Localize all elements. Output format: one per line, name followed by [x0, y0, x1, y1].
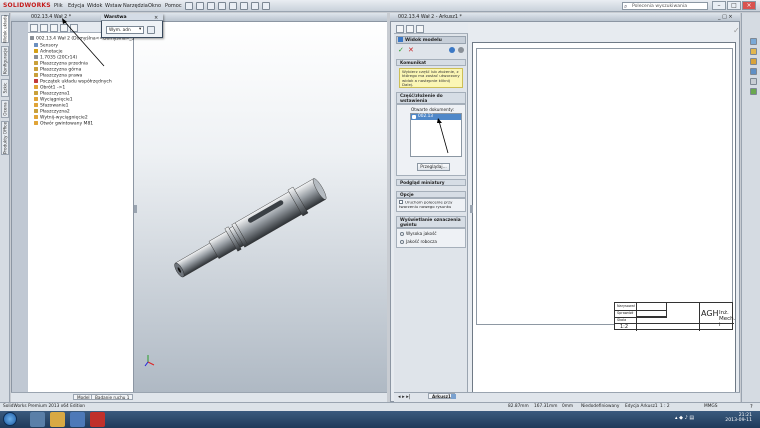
agh-logo: AGH [701, 309, 719, 318]
drawing-window-controls[interactable]: _ □ × [718, 14, 733, 20]
view-palette-icon[interactable] [750, 68, 757, 75]
next-icon[interactable] [458, 47, 464, 53]
dept-label: Inż. Mech. i [719, 310, 736, 328]
status-bar: SolidWorks Premium 2013 x64 Edition 82.8… [0, 402, 760, 411]
status-units[interactable]: MMGS [704, 403, 717, 411]
drawing-window-title-bar[interactable]: 002.13.4 Wał 2 - Arkusz1 * [390, 13, 740, 22]
search-icon: ⌕ [624, 3, 628, 10]
status-z: 0mm [562, 404, 574, 409]
taskbar-app-2-icon[interactable] [50, 412, 65, 427]
start-button-icon[interactable] [3, 412, 17, 426]
taskbar-app-1-icon[interactable] [30, 412, 45, 427]
pm-tab-2[interactable] [406, 25, 414, 33]
appearances-icon[interactable] [750, 78, 757, 85]
drawing-window-title: 002.13.4 Wał 2 - Arkusz1 * [398, 15, 462, 20]
pm-title: Widok modelu [396, 36, 466, 44]
drawn-by-label: Narysował [617, 304, 635, 308]
message-box: Wybierz część lub złożenie, z którego ma… [399, 68, 463, 88]
search-placeholder: Polecenia wyszukiwania [632, 4, 688, 9]
search-input[interactable]: ⌕ Polecenia wyszukiwania [622, 2, 708, 10]
annotation-arrow-right [437, 118, 449, 154]
axis-triad-icon [144, 355, 155, 367]
message-group-header[interactable]: Komunikat [396, 59, 466, 66]
options-group-header[interactable]: Opcje [396, 191, 466, 198]
taskbar-solidworks-icon[interactable] [90, 412, 105, 427]
tray-icons[interactable]: ▴ ◆ ♪ ▤ [675, 415, 694, 421]
taskbar [0, 411, 760, 428]
sheet-border [476, 48, 733, 325]
scale-value: 1:2 [620, 324, 629, 330]
status-y: 167.31mm [534, 404, 558, 409]
maximize-button[interactable]: □ [727, 1, 741, 10]
minimize-button[interactable]: – [712, 1, 726, 10]
sheet-nav-icons[interactable]: ◂ ▸ ▸| [398, 394, 410, 400]
pm-tab-3[interactable] [416, 25, 424, 33]
status-definition: Niedodefiniowany [581, 404, 620, 409]
taskbar-app-3-icon[interactable] [70, 412, 85, 427]
file-explorer-icon[interactable] [750, 58, 757, 65]
status-edit: Edycja Arkusz1 [625, 404, 658, 409]
custom-properties-icon[interactable] [750, 88, 757, 95]
help-status-icon[interactable]: ? [750, 403, 753, 411]
status-scale: 1 : 2 [660, 404, 670, 409]
checked-by-label: Sprawdził [617, 311, 634, 315]
cancel-icon[interactable]: ✕ [408, 46, 414, 54]
scale-label: Skala [617, 318, 627, 322]
high-quality-option[interactable]: Wysoka jakość [400, 231, 437, 236]
model-view-icon [398, 37, 403, 42]
resources-icon[interactable] [750, 38, 757, 45]
part-window-tabs-bar [11, 392, 387, 402]
help-icon[interactable] [449, 47, 455, 53]
ok-icon[interactable]: ✓ [398, 46, 404, 54]
close-button[interactable]: × [742, 1, 756, 10]
start-command-option[interactable]: Uruchom polecenie przy tworzeniu nowego … [399, 200, 461, 209]
cosmetic-thread-header[interactable]: Wyświetlanie oznaczenia gwintu [396, 216, 466, 228]
pm-tab-1[interactable] [396, 25, 404, 33]
draft-quality-option[interactable]: Jakość robocza [400, 239, 437, 244]
tab-motion-study[interactable]: Badanie ruchu 1 [91, 394, 134, 400]
annotation-arrow-left [62, 18, 105, 67]
ok-corner-icon[interactable]: ✓ [733, 26, 740, 35]
status-version: SolidWorks Premium 2013 x64 Edition [3, 404, 85, 409]
add-sheet-icon[interactable] [451, 394, 456, 399]
pm-collapse-handle[interactable] [470, 205, 473, 213]
design-library-icon[interactable] [750, 48, 757, 55]
status-x: 82.87mm [508, 404, 529, 409]
title-block: Narysował Sprawdził Skala 1:2 AGH Inż. M… [614, 302, 736, 331]
thumbnail-group-header[interactable]: Podgląd miniatury [396, 179, 466, 186]
clock-date: 2013-09-11 [725, 418, 752, 424]
clock[interactable]: 21:21 2013-09-11 [712, 413, 752, 424]
